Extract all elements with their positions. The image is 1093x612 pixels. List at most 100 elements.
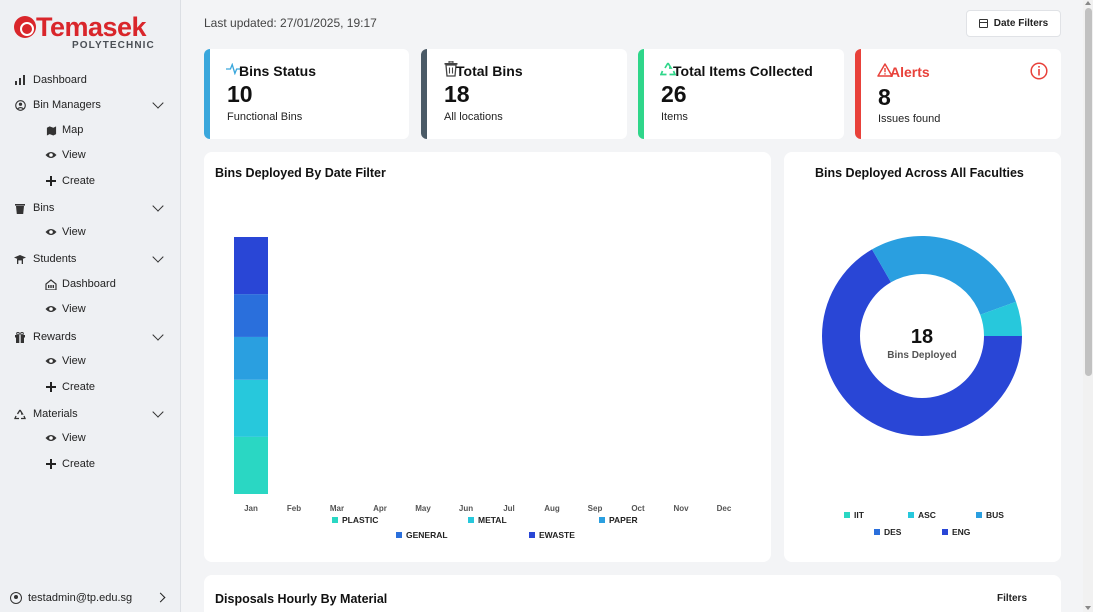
sidebar-item-dashboard[interactable]: Dashboard xyxy=(14,71,166,89)
sidebar-subitem-create[interactable]: Create xyxy=(45,378,95,396)
temasek-logo[interactable]: Temasek POLYTECHNIC xyxy=(14,12,154,54)
disposals-hourly-panel: Disposals Hourly By Material Filters xyxy=(204,575,1061,612)
card-title: Alerts xyxy=(890,64,930,80)
card-bins-status: Bins Status 10 Functional Bins xyxy=(204,49,409,139)
info-icon[interactable] xyxy=(1030,62,1048,85)
legend-label[interactable]: DES xyxy=(884,527,902,537)
legend-swatch xyxy=(844,512,850,518)
sidebar-item-students[interactable]: Students xyxy=(14,250,166,268)
sidebar-subitem-create[interactable]: Create xyxy=(45,455,95,473)
sidebar-subitem-view[interactable]: View xyxy=(45,352,86,370)
sidebar-subitem-label: View xyxy=(62,226,86,238)
sidebar-subitem-map[interactable]: Map xyxy=(45,121,83,139)
sidebar-item-rewards[interactable]: Rewards xyxy=(14,328,166,346)
legend-label[interactable]: IIT xyxy=(854,510,865,520)
sidebar-subitem-view[interactable]: View xyxy=(45,146,86,164)
card-subtitle: Functional Bins xyxy=(227,111,303,123)
legend-swatch xyxy=(332,517,338,523)
bar-segment-general-jan[interactable] xyxy=(234,294,268,337)
legend-label[interactable]: GENERAL xyxy=(406,530,448,540)
logo-subtitle: POLYTECHNIC xyxy=(72,40,155,51)
chevron-down-icon[interactable] xyxy=(152,97,164,109)
bar-segment-metal-jan[interactable] xyxy=(234,379,268,437)
legend-swatch xyxy=(942,529,948,535)
sidebar-item-bin-managers[interactable]: Bin Managers xyxy=(14,96,166,114)
sidebar-item-bins[interactable]: Bins xyxy=(14,199,166,217)
sidebar-subitem-create[interactable]: Create xyxy=(45,172,95,190)
panel-title: Disposals Hourly By Material xyxy=(215,592,388,606)
legend-swatch xyxy=(976,512,982,518)
sidebar-subitem-view[interactable]: View xyxy=(45,429,86,447)
chevron-down-icon[interactable] xyxy=(152,251,164,263)
x-tick-label: Aug xyxy=(544,504,560,513)
sidebar-item-materials[interactable]: Materials xyxy=(14,405,166,423)
chevron-down-icon[interactable] xyxy=(152,406,164,418)
sidebar-subitem-label: View xyxy=(62,355,86,367)
sidebar-item-label: Dashboard xyxy=(33,74,87,86)
donut-center-value: 18 xyxy=(911,326,933,348)
bar-segment-ewaste-jan[interactable] xyxy=(234,237,268,295)
bar-segment-paper-jan[interactable] xyxy=(234,336,268,380)
x-tick-label: Apr xyxy=(373,504,387,513)
sidebar-item-label: Bin Managers xyxy=(33,99,101,111)
legend-label[interactable]: ENG xyxy=(952,527,971,537)
card-value: 10 xyxy=(227,81,253,107)
chevron-down-icon[interactable] xyxy=(152,329,164,341)
date-filters-button[interactable]: Date Filters xyxy=(966,10,1061,37)
sidebar-subitem-view[interactable]: View xyxy=(45,223,86,241)
legend-label[interactable]: ASC xyxy=(918,510,936,520)
eye-icon xyxy=(45,149,57,161)
plus-icon xyxy=(45,175,57,187)
legend-swatch xyxy=(908,512,914,518)
sidebar-subitem-view[interactable]: View xyxy=(45,300,86,318)
plus-icon xyxy=(45,458,57,470)
logo-wordmark: Temasek xyxy=(36,12,147,42)
legend-label[interactable]: PAPER xyxy=(609,515,638,525)
scroll-down-arrow-icon[interactable] xyxy=(1085,606,1091,610)
sidebar-subitem-label: Create xyxy=(62,381,96,393)
user-circle-icon xyxy=(14,99,26,111)
stacked-bar-chart: Jan Feb Mar Apr May Jun Jul Aug Sep Oct Nov Dec PLAS… xyxy=(234,237,732,540)
x-tick-label: Dec xyxy=(717,504,732,513)
eye-icon xyxy=(45,303,57,315)
map-icon xyxy=(45,124,57,136)
calendar-icon xyxy=(978,19,988,28)
bar-segment-plastic-jan[interactable] xyxy=(234,436,268,494)
graduation-cap-icon xyxy=(14,253,26,265)
legend-label[interactable]: METAL xyxy=(478,515,507,525)
chevron-right-icon[interactable] xyxy=(155,592,166,603)
chevron-down-icon[interactable] xyxy=(152,200,164,212)
user-circle-icon xyxy=(10,592,22,604)
donut-chart: 18 Bins Deployed IIT ASC BUS DES ENG xyxy=(822,236,1022,537)
scroll-up-arrow-icon[interactable] xyxy=(1085,1,1091,5)
card-title: Total Items Collected xyxy=(673,63,813,79)
page-scrollbar[interactable] xyxy=(1083,0,1093,612)
sidebar-subitem-label: Create xyxy=(62,458,96,470)
card-total-items-collected: Total Items Collected 26 Items xyxy=(638,49,844,139)
bar-chart-icon xyxy=(14,74,26,86)
legend-label[interactable]: PLASTIC xyxy=(342,515,378,525)
x-tick-label: Mar xyxy=(330,504,344,513)
x-tick-label: Jun xyxy=(459,504,473,513)
scrollbar-thumb[interactable] xyxy=(1085,8,1092,376)
sidebar-subitem-label: View xyxy=(62,432,86,444)
card-title: Bins Status xyxy=(239,63,317,79)
legend-swatch xyxy=(874,529,880,535)
sidebar-subitem-label: Dashboard xyxy=(62,278,116,290)
filters-button[interactable]: Filters xyxy=(997,593,1027,604)
legend-label[interactable]: BUS xyxy=(986,510,1004,520)
sidebar-item-label: Materials xyxy=(33,408,78,420)
sidebar-subitem-label: View xyxy=(62,149,86,161)
trash-icon xyxy=(14,202,26,214)
user-profile-link[interactable]: testadmin@tp.edu.sg xyxy=(10,589,170,607)
legend-swatch xyxy=(599,517,605,523)
legend-swatch xyxy=(529,532,535,538)
legend-label[interactable]: EWASTE xyxy=(539,530,575,540)
plus-icon xyxy=(45,381,57,393)
card-alerts[interactable]: Alerts 8 Issues found xyxy=(855,49,1061,139)
sidebar-subitem-dashboard[interactable]: Dashboard xyxy=(45,275,116,293)
x-tick-label: Jul xyxy=(503,504,515,513)
donut-slice-bus[interactable] xyxy=(872,236,1016,315)
x-tick-label: Nov xyxy=(673,504,689,513)
recycle-icon xyxy=(14,408,26,420)
